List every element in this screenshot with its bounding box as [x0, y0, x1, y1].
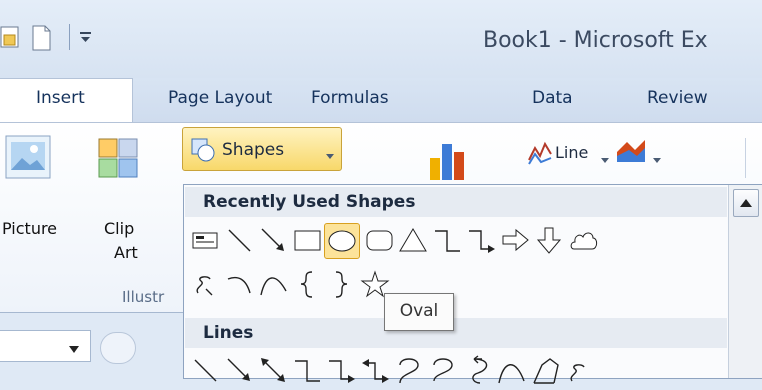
- illustrations-group-label: Illustr: [122, 288, 165, 306]
- curve-shape[interactable]: [496, 355, 527, 386]
- shapes-button[interactable]: Shapes: [182, 127, 342, 171]
- tab-page-layout[interactable]: Page Layout: [168, 88, 272, 108]
- double-arrow-line-shape[interactable]: [258, 355, 289, 386]
- chevron-down-icon: [325, 146, 335, 159]
- curve-shape[interactable]: [258, 269, 289, 300]
- tab-review[interactable]: Review: [647, 88, 708, 108]
- line-shape[interactable]: [190, 355, 221, 386]
- tab-data[interactable]: Data: [532, 88, 573, 108]
- shapes-gallery: Recently Used Shapes Lines: [183, 184, 762, 384]
- curved-arrow-connector-shape[interactable]: [428, 355, 459, 386]
- tab-insert[interactable]: Insert: [36, 88, 85, 108]
- clip-art-label-line2[interactable]: Art: [114, 243, 138, 262]
- cloud-shape[interactable]: [568, 225, 599, 256]
- ribbon-group-separator: [745, 138, 746, 178]
- right-brace-shape[interactable]: [326, 269, 357, 300]
- recent-shapes-header: Recently Used Shapes: [185, 187, 727, 217]
- elbow-connector-shape[interactable]: [292, 355, 323, 386]
- curved-double-arrow-connector-shape[interactable]: [462, 355, 493, 386]
- line-button[interactable]: Line: [555, 143, 588, 162]
- gallery-scrollbar[interactable]: [728, 185, 762, 378]
- new-file-icon[interactable]: [30, 24, 52, 52]
- elbow-connector-shape[interactable]: [432, 225, 463, 256]
- line-shape[interactable]: [224, 225, 255, 256]
- elbow-arrow-connector-shape[interactable]: [466, 225, 497, 256]
- open-file-icon[interactable]: [0, 24, 20, 50]
- arc-shape[interactable]: [224, 269, 255, 300]
- scroll-up-button[interactable]: [733, 189, 759, 217]
- curved-connector-shape[interactable]: [394, 355, 425, 386]
- picture-label[interactable]: Picture: [2, 219, 57, 238]
- shape-tooltip: Oval: [384, 293, 454, 331]
- freeform-shape[interactable]: [530, 355, 561, 386]
- rounded-rectangle-shape[interactable]: [364, 225, 395, 256]
- freeform-shape[interactable]: [190, 269, 221, 300]
- scribble-shape[interactable]: [564, 355, 595, 386]
- shapes-button-label: Shapes: [222, 140, 285, 160]
- shapes-icon: [189, 136, 217, 164]
- window-title: Book1 - Microsoft Ex: [483, 28, 708, 53]
- formula-bar-button[interactable]: [100, 332, 136, 364]
- arrow-line-shape[interactable]: [258, 225, 289, 256]
- right-arrow-shape[interactable]: [500, 225, 531, 256]
- column-chart-icon[interactable]: [427, 132, 469, 182]
- tab-formulas[interactable]: Formulas: [311, 88, 389, 108]
- clip-art-icon[interactable]: [97, 137, 141, 183]
- elbow-arrow-connector-shape[interactable]: [326, 355, 357, 386]
- line-chart-icon: [527, 140, 553, 166]
- lines-header: Lines: [185, 318, 727, 348]
- left-brace-shape[interactable]: [292, 269, 323, 300]
- chevron-down-icon[interactable]: [652, 150, 662, 163]
- elbow-double-arrow-connector-shape[interactable]: [360, 355, 391, 386]
- customize-qat-icon[interactable]: [78, 28, 94, 46]
- picture-icon[interactable]: [4, 134, 54, 182]
- oval-shape[interactable]: [324, 223, 360, 259]
- down-arrow-shape[interactable]: [534, 225, 565, 256]
- qat-separator: [69, 24, 70, 50]
- text-box-shape[interactable]: [190, 225, 221, 256]
- chevron-down-icon[interactable]: [600, 150, 610, 163]
- chevron-down-icon[interactable]: [68, 340, 80, 353]
- arrow-line-shape[interactable]: [224, 355, 255, 386]
- triangle-shape[interactable]: [398, 225, 429, 256]
- clip-art-label-line1[interactable]: Clip: [104, 219, 134, 238]
- rectangle-shape[interactable]: [292, 225, 323, 256]
- area-chart-icon[interactable]: [615, 136, 651, 166]
